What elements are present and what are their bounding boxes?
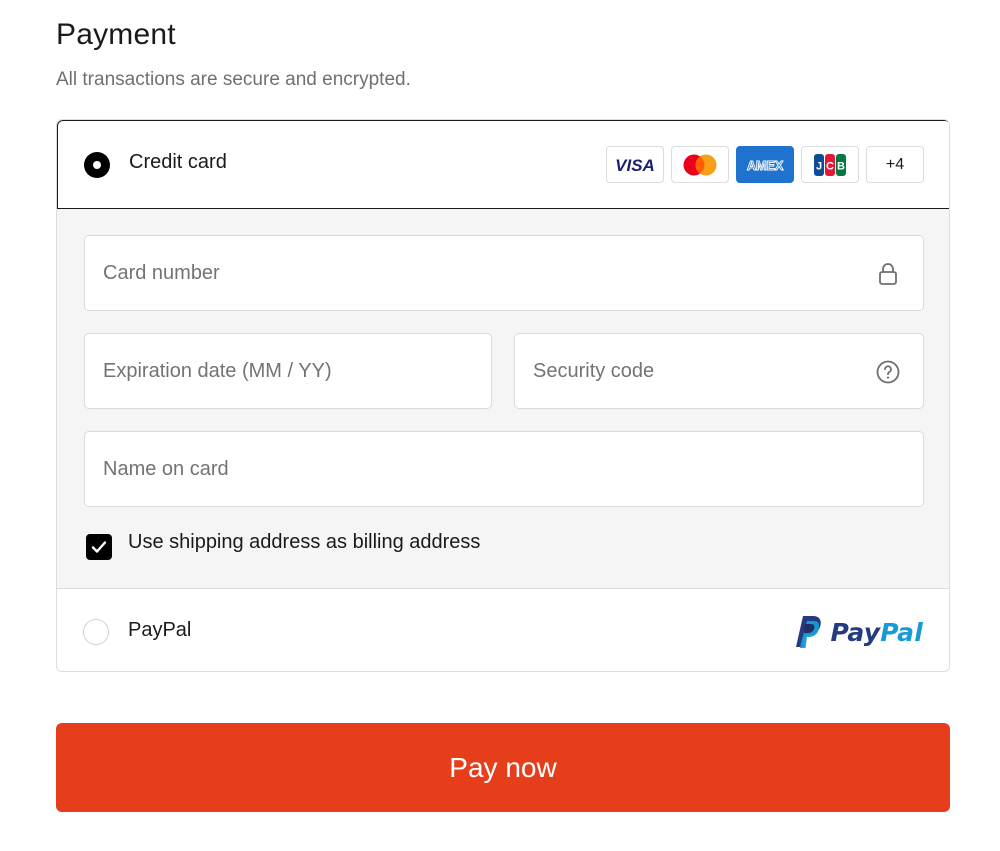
svg-text:AMEX: AMEX <box>747 158 784 173</box>
security-code-input[interactable] <box>515 334 923 408</box>
name-on-card-field <box>84 431 924 507</box>
paypal-wordmark: PayPal <box>830 617 923 647</box>
expiration-date-input[interactable] <box>85 334 491 408</box>
svg-text:J: J <box>816 160 822 172</box>
checkmark-icon <box>91 541 107 553</box>
help-circle-icon[interactable] <box>875 359 901 385</box>
paypal-radio[interactable] <box>83 619 109 645</box>
credit-card-option[interactable]: Credit card VISA AMEX J C B +4 <box>57 120 949 209</box>
payment-method-panel: Credit card VISA AMEX J C B +4 Card numb… <box>56 119 950 672</box>
more-card-brands: +4 <box>866 146 924 183</box>
page-subtitle: All transactions are secure and encrypte… <box>56 69 411 90</box>
page-title: Payment <box>56 18 176 51</box>
paypal-label: PayPal <box>128 619 192 641</box>
svg-text:C: C <box>826 160 834 172</box>
lock-icon <box>879 263 897 285</box>
pay-now-button[interactable]: Pay now <box>56 723 950 812</box>
card-number-field <box>84 235 924 311</box>
paypal-logo: PayPal <box>794 614 924 650</box>
name-on-card-input[interactable] <box>85 432 923 506</box>
billing-address-label: Use shipping address as billing address <box>128 531 481 553</box>
expiration-date-field <box>84 333 492 409</box>
paypal-p-icon <box>795 616 821 648</box>
credit-card-form: Use shipping address as billing address <box>57 209 949 589</box>
card-number-input[interactable] <box>85 236 923 310</box>
billing-address-checkbox[interactable] <box>86 534 112 560</box>
visa-icon: VISA <box>606 146 664 183</box>
security-code-field <box>514 333 924 409</box>
svg-text:VISA: VISA <box>615 156 655 174</box>
credit-card-label: Credit card <box>129 151 227 173</box>
credit-card-radio[interactable] <box>84 152 110 178</box>
mastercard-icon <box>671 146 729 183</box>
amex-icon: AMEX <box>736 146 794 183</box>
card-brand-list: VISA AMEX J C B +4 <box>606 146 924 183</box>
jcb-icon: J C B <box>801 146 859 183</box>
svg-text:B: B <box>837 160 845 172</box>
